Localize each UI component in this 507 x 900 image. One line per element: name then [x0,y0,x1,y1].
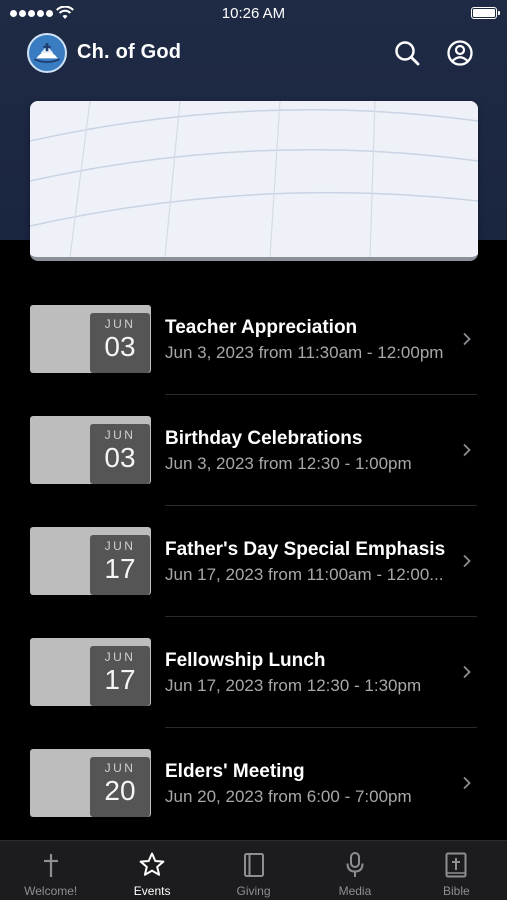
event-time: Jun 20, 2023 from 6:00 - 7:00pm [165,787,412,806]
chevron-right-icon [463,443,471,457]
event-time: Jun 17, 2023 from 12:30 - 1:30pm [165,676,422,695]
tab-welcome[interactable]: Welcome! [0,841,101,900]
date-badge: JUN 17 [90,646,150,706]
church-logo-icon [27,33,67,73]
search-icon[interactable] [393,39,421,67]
star-icon [139,852,165,876]
bible-icon [445,852,467,878]
event-time: Jun 3, 2023 from 11:30am - 12:00pm [165,343,444,362]
microphone-icon [346,852,364,877]
event-time: Jun 17, 2023 from 11:00am - 12:00... [165,565,444,584]
event-title: Elders' Meeting [165,761,305,782]
chevron-right-icon [463,665,471,679]
account-icon[interactable] [446,39,474,67]
tab-label: Bible [442,884,470,898]
date-month: JUN [104,761,136,775]
event-title: Fellowship Lunch [165,650,326,671]
status-bar: 10:26 AM [0,0,507,28]
date-day: 17 [104,553,136,584]
date-day: 03 [104,442,136,473]
event-time: Jun 3, 2023 from 12:30 - 1:00pm [165,454,412,473]
chevron-right-icon [463,332,471,346]
date-badge: JUN 20 [90,757,150,817]
tab-label: Welcome! [24,884,78,898]
date-month: JUN [104,428,136,442]
event-row[interactable]: JUN 03 Teacher Appreciation Jun 3, 2023 … [0,284,507,395]
date-badge: JUN 17 [90,535,150,595]
date-day: 17 [104,664,136,695]
event-title: Birthday Celebrations [165,428,363,449]
date-day: 20 [104,775,136,806]
chevron-right-icon [463,776,471,790]
tab-media[interactable]: Media [304,841,405,900]
tab-giving[interactable]: Giving [203,841,304,900]
tab-label: Media [338,884,372,898]
events-banner-image [30,101,478,261]
cross-icon [43,854,58,877]
event-row[interactable]: JUN 03 Birthday Celebrations Jun 3, 2023… [0,395,507,506]
event-title: Father's Day Special Emphasis [165,539,446,560]
date-day: 03 [104,331,136,362]
app-header: Ch. of God [0,30,507,76]
date-badge: JUN 03 [90,313,150,373]
app-title: Ch. of God [77,41,182,63]
tab-events[interactable]: Events [101,841,202,900]
date-month: JUN [104,539,136,553]
date-badge: JUN 03 [90,424,150,484]
event-row[interactable]: JUN 20 Elders' Meeting Jun 20, 2023 from… [0,728,507,839]
tab-label: Giving [236,884,271,898]
book-outline-icon [243,853,264,877]
date-month: JUN [104,317,136,331]
event-row[interactable]: JUN 17 Father's Day Special Emphasis Jun… [0,506,507,617]
tab-label: Events [133,884,171,898]
tab-bible[interactable]: Bible [406,841,507,900]
chevron-right-icon [463,554,471,568]
event-title: Teacher Appreciation [165,317,358,338]
events-list: JUN 03 Teacher Appreciation Jun 3, 2023 … [0,284,507,839]
event-row[interactable]: JUN 17 Fellowship Lunch Jun 17, 2023 fro… [0,617,507,728]
tab-bar: Welcome! Events Giving Media Bible [0,840,507,900]
battery-icon [471,7,500,19]
status-time: 10:26 AM [221,5,286,22]
date-month: JUN [104,650,136,664]
